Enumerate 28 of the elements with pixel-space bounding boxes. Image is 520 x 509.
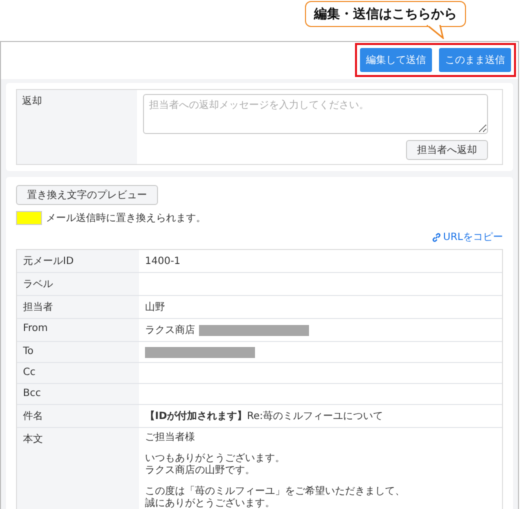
field-value: 1400-1 <box>145 256 180 266</box>
field-label: To <box>17 342 139 362</box>
field-value: 山野 <box>145 300 165 314</box>
field-label: ラベル <box>17 273 139 295</box>
return-button[interactable]: 担当者へ返却 <box>406 140 488 160</box>
field-label: 件名 <box>17 405 139 427</box>
field-value: 【IDが付加されます】Re:苺のミルフィーユについて <box>145 410 384 423</box>
field-label: From <box>17 319 139 341</box>
field-label: 担当者 <box>17 296 139 318</box>
callout-tail <box>426 25 446 39</box>
field-label: Cc <box>17 363 139 383</box>
body-text: この度は「苺のミルフィーユ」をご希望いただきまして、 <box>145 486 405 498</box>
field-label: 元メールID <box>17 250 139 272</box>
link-icon <box>432 232 442 242</box>
field-label: 返却 <box>17 90 137 164</box>
legend-text: メール送信時に置き換えられます。 <box>46 212 206 225</box>
return-message-field[interactable]: 担当者への返却メッセージを入力してください。 <box>143 94 488 134</box>
field-value: ラクス商店 <box>145 324 195 337</box>
send-button[interactable]: 編集して送信 <box>360 48 432 72</box>
preview-button[interactable]: 置き換え文字のプレビュー <box>16 185 158 205</box>
body-text: ラクス商店の山野です。 <box>145 465 256 477</box>
field-label: Bcc <box>17 384 139 404</box>
send-button[interactable]: このまま送信 <box>439 48 511 72</box>
body-text: 誠にありがとうございます。 <box>145 498 276 509</box>
body-text: ご担当者様 <box>145 432 195 444</box>
body-text: いつもありがとうございます。 <box>145 453 285 464</box>
copy-url-link[interactable]: URLをコピー <box>432 230 503 244</box>
field-label: 本文 <box>17 428 139 509</box>
